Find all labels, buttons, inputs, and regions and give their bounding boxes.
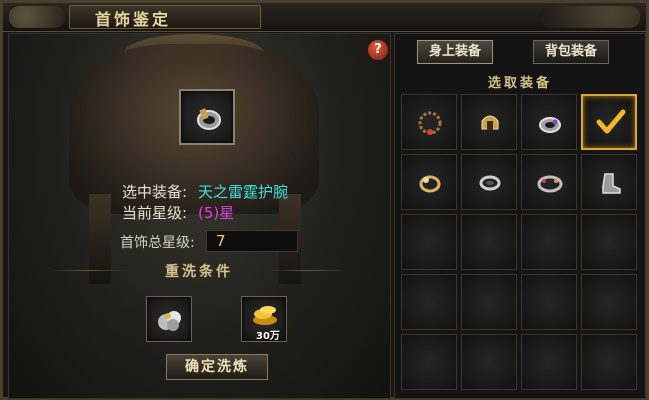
divider bbox=[49, 270, 129, 271]
dragon-ornament-icon bbox=[540, 6, 640, 28]
grid-cell-selected[interactable] bbox=[581, 94, 637, 150]
grid-cell[interactable] bbox=[401, 94, 457, 150]
selected-equip-value: 天之雷霆护腕 bbox=[198, 183, 289, 201]
ring-icon bbox=[479, 175, 501, 191]
bracelet-icon bbox=[537, 175, 563, 193]
condition-item-slot[interactable] bbox=[146, 296, 192, 342]
gold-cost-label: 30万 bbox=[256, 331, 280, 342]
total-star-value: 7 bbox=[216, 232, 226, 250]
grid-cell-empty[interactable] bbox=[521, 214, 577, 270]
selected-equip-slot[interactable] bbox=[179, 89, 235, 145]
helmet-icon bbox=[481, 115, 499, 130]
divider bbox=[269, 270, 349, 271]
confirm-refine-button[interactable]: 确定洗炼 bbox=[166, 354, 268, 380]
grid-cell-empty[interactable] bbox=[401, 214, 457, 270]
identify-panel: ? 选中装备: 天之雷霆护腕 当前星级: (5)星 首饰总星级: 7 重洗条件 bbox=[8, 33, 391, 399]
bracer-icon bbox=[197, 108, 221, 130]
help-button[interactable]: ? bbox=[367, 39, 389, 61]
necklace-icon bbox=[418, 111, 442, 135]
identify-window: 首饰鉴定 ? 选中装备: 天之雷霆护腕 当前星级: (5)星 首饰总星级: 7 … bbox=[0, 0, 649, 400]
dragon-ornament-icon bbox=[9, 6, 65, 28]
tab-worn-equipment[interactable]: 身上装备 bbox=[417, 40, 493, 64]
window-title: 首饰鉴定 bbox=[95, 10, 172, 29]
total-star-label: 首饰总星级: bbox=[120, 235, 195, 251]
grid-cell-empty[interactable] bbox=[461, 214, 517, 270]
select-equip-header: 选取装备 bbox=[487, 76, 552, 91]
grid-cell[interactable] bbox=[461, 94, 517, 150]
grid-cell-empty[interactable] bbox=[521, 274, 577, 330]
grid-cell-empty[interactable] bbox=[461, 274, 517, 330]
tab-bag-equipment[interactable]: 背包装备 bbox=[533, 40, 609, 64]
grid-cell[interactable] bbox=[521, 154, 577, 210]
ring-icon bbox=[419, 175, 441, 193]
condition-gold-slot[interactable]: 30万 bbox=[241, 296, 287, 342]
grid-cell[interactable] bbox=[581, 154, 637, 210]
grid-cell-empty[interactable] bbox=[581, 274, 637, 330]
bracer-icon bbox=[539, 117, 561, 133]
grid-cell-empty[interactable] bbox=[521, 334, 577, 390]
grid-cell-empty[interactable] bbox=[581, 334, 637, 390]
boot-icon bbox=[602, 173, 621, 194]
grid-cell[interactable] bbox=[401, 154, 457, 210]
equip-select-panel: 身上装备 背包装备 选取装备 bbox=[394, 33, 646, 399]
grid-cell-empty[interactable] bbox=[581, 214, 637, 270]
current-star-label: 当前星级: bbox=[122, 204, 188, 222]
checkmark-icon bbox=[596, 109, 626, 134]
grid-cell-empty[interactable] bbox=[401, 334, 457, 390]
grid-cell-empty[interactable] bbox=[401, 274, 457, 330]
title-bar: 首饰鉴定 bbox=[3, 3, 646, 32]
grid-cell[interactable] bbox=[521, 94, 577, 150]
silver-ore-icon bbox=[158, 311, 181, 331]
reroll-conditions-header: 重洗条件 bbox=[165, 264, 233, 280]
current-star-value: (5)星 bbox=[198, 204, 235, 222]
gold-coins-icon bbox=[253, 306, 277, 325]
grid-cell[interactable] bbox=[461, 154, 517, 210]
selected-equip-label: 选中装备: bbox=[122, 183, 188, 201]
grid-cell-empty[interactable] bbox=[461, 334, 517, 390]
